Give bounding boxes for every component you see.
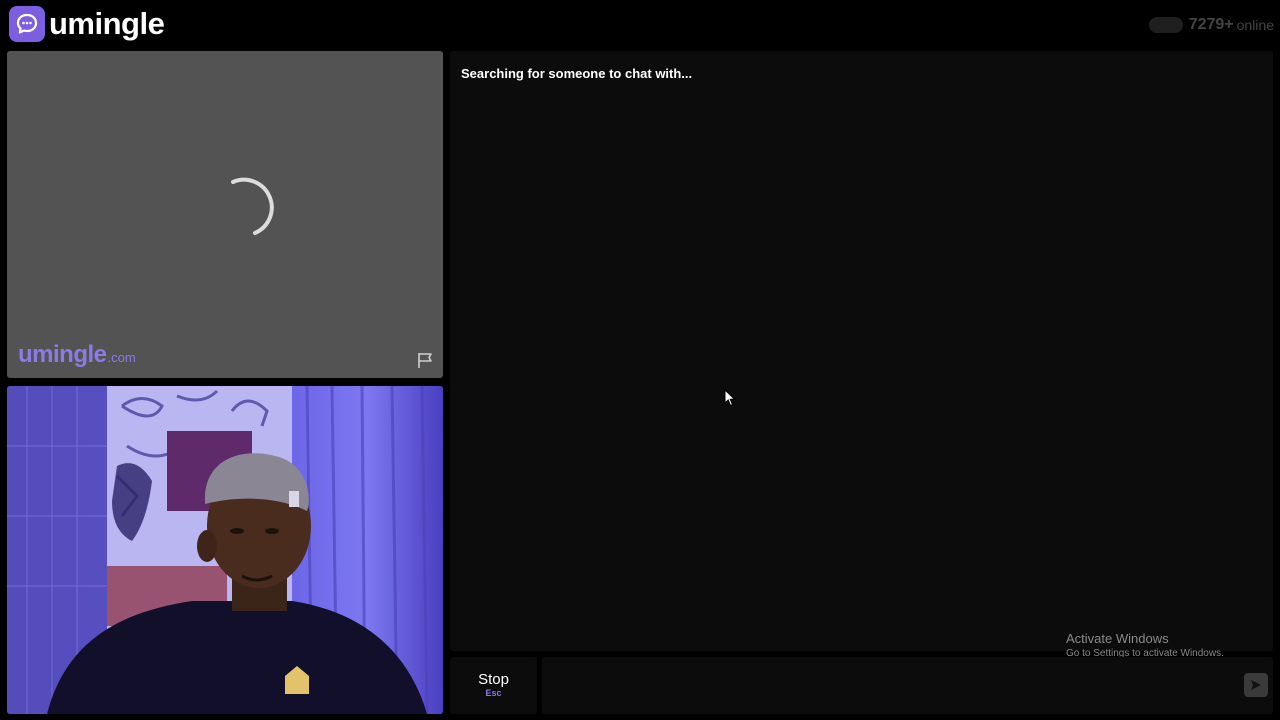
spinner-icon	[231, 177, 274, 235]
search-status-message: Searching for someone to chat with...	[461, 66, 693, 81]
message-input[interactable]	[542, 657, 1273, 714]
watermark-main: umingle	[18, 341, 107, 368]
online-count: 7279+	[1188, 16, 1234, 33]
stop-button[interactable]: Stop Esc	[450, 657, 537, 714]
online-label: online	[1236, 17, 1274, 33]
top-bar: umingle 7279+ online	[0, 0, 1280, 50]
activate-title: Activate Windows	[1066, 631, 1169, 646]
brand-name: umingle	[49, 6, 165, 41]
send-icon	[1251, 680, 1261, 690]
self-video	[7, 386, 443, 714]
chat-log[interactable]: Searching for someone to chat with...	[450, 51, 1273, 651]
flag-icon[interactable]	[416, 351, 436, 369]
online-indicator: 7279+ online	[1148, 15, 1274, 35]
send-button[interactable]	[1244, 673, 1268, 697]
video-watermark: umingle .com	[18, 341, 136, 369]
brand-logo[interactable]: umingle	[9, 6, 165, 42]
stop-label: Stop	[478, 671, 509, 688]
stop-shortcut: Esc	[485, 688, 502, 698]
self-camera-feed	[7, 386, 443, 714]
stranger-video: umingle .com	[7, 51, 443, 378]
watermark-domain: .com	[107, 350, 136, 365]
online-toggle[interactable]	[1148, 17, 1183, 33]
chat-bubble-icon	[9, 6, 45, 42]
mouse-cursor-icon	[724, 389, 736, 407]
